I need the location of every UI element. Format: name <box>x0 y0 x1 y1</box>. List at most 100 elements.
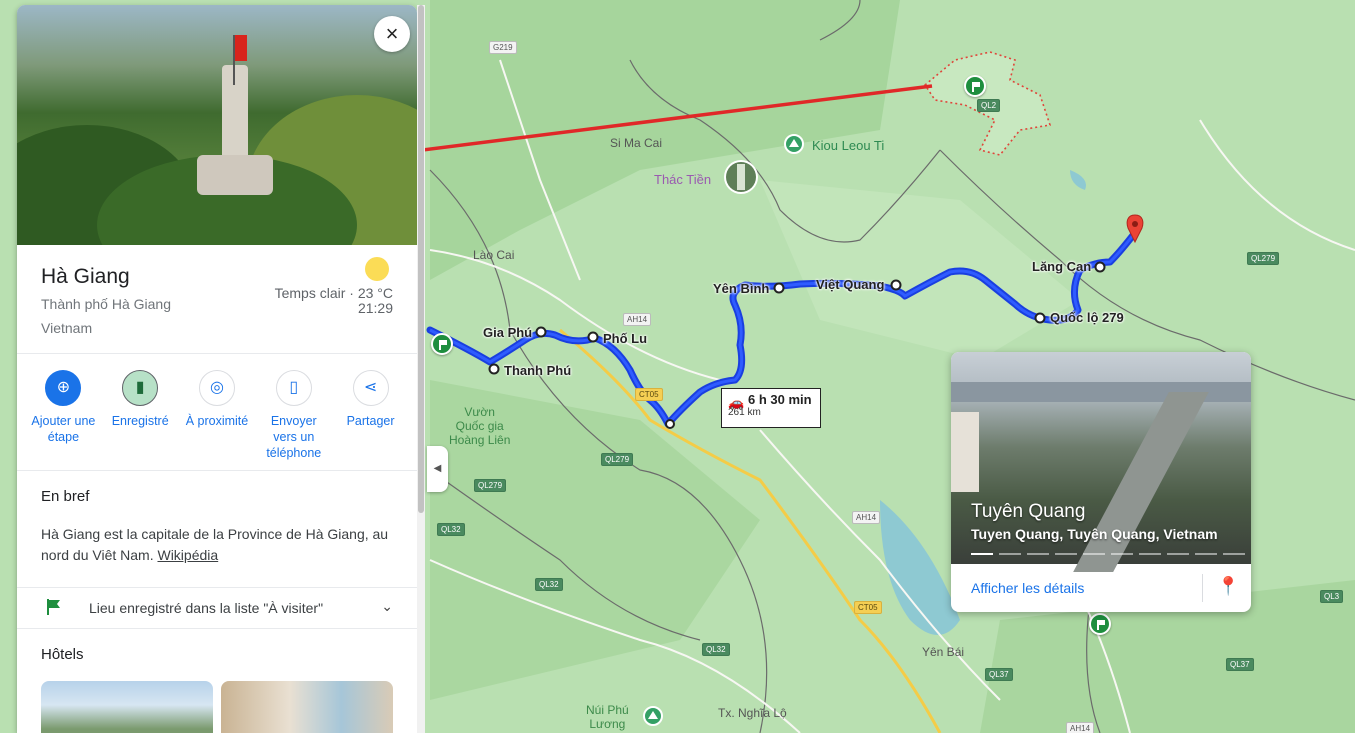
waypoint-gia-phu <box>535 326 547 338</box>
waypoint-viet-quang <box>890 279 902 291</box>
place-title: Hà Giang <box>41 265 130 288</box>
waypoint-pho-lu <box>587 331 599 343</box>
label-kiou-leou-ti[interactable]: Kiou Leou Ti <box>812 138 884 153</box>
label-gia-phu[interactable]: Gia Phú <box>483 325 532 340</box>
add-location-icon[interactable]: 📍 <box>1217 576 1239 597</box>
label-pho-lu[interactable]: Phố Lu <box>603 331 647 346</box>
photo-carousel-dots[interactable] <box>971 553 1245 555</box>
label-viet-quang[interactable]: Việt Quang <box>816 277 884 292</box>
label-lao-cai[interactable]: Lào Cai <box>473 248 514 262</box>
saved-place-flag-icon[interactable] <box>431 333 453 355</box>
add-stop-label: Ajouter une étape <box>31 414 96 444</box>
saved-place-flag-icon[interactable] <box>964 75 986 97</box>
label-yen-binh[interactable]: Yên Bình <box>713 281 769 296</box>
road-shield: QL32 <box>437 523 465 536</box>
road-shield: QL32 <box>535 578 563 591</box>
road-shield: QL32 <box>702 643 730 656</box>
sun-icon <box>365 257 389 281</box>
road-shield: QL279 <box>474 479 507 492</box>
road-shield: AH14 <box>623 313 652 326</box>
overview-text: Hà Giang est la capitale de la Province … <box>41 524 391 566</box>
waypoint-quoc-lo-279 <box>1034 312 1046 324</box>
saved-list-row[interactable]: Lieu enregistré dans la liste "À visiter… <box>41 598 393 618</box>
weather-time: 21:29 <box>357 300 393 316</box>
share-icon: ⋖ <box>352 370 389 406</box>
road-shield: QL279 <box>1247 252 1280 265</box>
flag-icon <box>47 599 60 615</box>
label-lang-can[interactable]: Lăng Can <box>1032 259 1091 274</box>
road <box>1073 392 1209 572</box>
label-quoc-lo-279[interactable]: Quốc lộ 279 <box>1050 310 1124 325</box>
close-button[interactable]: × <box>374 16 410 52</box>
divider <box>17 353 417 354</box>
send-to-phone-icon: ▯ <box>275 370 312 406</box>
send-to-phone-button[interactable]: ▯ Envoyer vers un téléphone <box>258 370 330 461</box>
nearby-button[interactable]: ◎ À proximité <box>181 370 253 461</box>
collapse-panel-button[interactable]: ◀ <box>427 446 448 492</box>
waypoint-junction <box>665 419 675 429</box>
saved-list-label: Lieu enregistré dans la liste "À visiter… <box>89 600 324 616</box>
waypoint-thanh-phu <box>488 363 500 375</box>
chevron-left-icon: ◀ <box>433 463 442 474</box>
add-stop-icon: ⊕ <box>45 370 82 406</box>
overview-heading: En bref <box>41 488 90 505</box>
hotel-card[interactable] <box>41 681 213 733</box>
saved-button[interactable]: ▮ Enregistré <box>104 370 176 461</box>
label-si-ma-cai[interactable]: Si Ma Cai <box>610 136 662 150</box>
bookmark-icon: ▮ <box>122 370 159 406</box>
divider <box>17 587 417 588</box>
card-subtitle: Tuyen Quang, Tuyên Quang, Vietnam <box>971 526 1218 542</box>
road-shield: CT05 <box>854 601 882 614</box>
place-preview-photo[interactable]: Tuyên Quang Tuyen Quang, Tuyên Quang, Vi… <box>951 352 1251 572</box>
place-photo[interactable]: × <box>17 5 417 245</box>
chevron-down-icon: ⌄ <box>381 598 393 614</box>
car-icon: 🚗 <box>728 395 745 410</box>
building <box>951 412 979 492</box>
send-to-phone-label: Envoyer vers un téléphone <box>266 414 322 460</box>
action-bar: ⊕ Ajouter une étape ▮ Enregistré ◎ À pro… <box>17 370 417 461</box>
label-thac-tien[interactable]: Thác Tiền <box>654 172 711 187</box>
nearby-icon: ◎ <box>198 370 235 406</box>
road-shield: AH14 <box>852 511 881 524</box>
show-details-link[interactable]: Afficher les détails <box>971 580 1084 596</box>
route-duration-box[interactable]: 🚗 6 h 30 min 261 km <box>721 388 821 428</box>
divider <box>1202 574 1203 602</box>
label-nui-phu-luong[interactable]: Núi Phú Lương <box>586 703 629 731</box>
place-country: Vietnam <box>41 320 93 336</box>
wikipedia-link[interactable]: Wikipédia <box>157 547 218 563</box>
route-duration: 6 h 30 min <box>748 392 812 407</box>
card-title: Tuyên Quang <box>971 501 1086 522</box>
hotel-card[interactable] <box>221 681 393 733</box>
tower-base <box>197 155 273 195</box>
scrollbar-thumb[interactable] <box>418 5 424 513</box>
weather-info: Temps clair · 23 °C 21:29 <box>275 286 393 316</box>
label-thanh-phu[interactable]: Thanh Phú <box>504 363 571 378</box>
place-preview-card[interactable]: Tuyên Quang Tuyen Quang, Tuyên Quang, Vi… <box>951 352 1251 612</box>
label-national-park[interactable]: Vườn Quốc gia Hoàng Liên <box>449 405 510 447</box>
road-shield: QL279 <box>601 453 634 466</box>
mountain-icon[interactable] <box>643 706 663 726</box>
share-label: Partager <box>346 414 395 428</box>
mountain-icon[interactable] <box>784 134 804 154</box>
place-subtitle: Thành phố Hà Giang <box>41 296 171 312</box>
road-shield: QL37 <box>1226 658 1254 671</box>
road-shield: G219 <box>489 41 517 54</box>
add-stop-button[interactable]: ⊕ Ajouter une étape <box>27 370 99 461</box>
thac-tien-photo-marker <box>724 160 758 194</box>
place-panel: × Hà Giang Thành phố Hà Giang Vietnam Te… <box>17 5 417 733</box>
vietnam-flag <box>235 35 247 61</box>
saved-place-flag-icon[interactable] <box>1089 613 1111 635</box>
label-tx-nghia-lo[interactable]: Tx. Nghĩa Lộ <box>718 706 787 720</box>
saved-label: Enregistré <box>111 414 169 428</box>
road-shield: QL2 <box>977 99 1001 112</box>
road-shield: AH14 <box>1066 722 1095 733</box>
divider <box>17 628 417 629</box>
road-shield: CT05 <box>635 388 663 401</box>
nearby-label: À proximité <box>185 414 249 428</box>
label-yen-bai[interactable]: Yên Bái <box>922 645 964 659</box>
divider <box>17 470 417 471</box>
road-shield: QL3 <box>1320 590 1344 603</box>
share-button[interactable]: ⋖ Partager <box>335 370 407 461</box>
panel-scrollbar[interactable] <box>417 5 425 733</box>
road-shield: QL37 <box>985 668 1013 681</box>
